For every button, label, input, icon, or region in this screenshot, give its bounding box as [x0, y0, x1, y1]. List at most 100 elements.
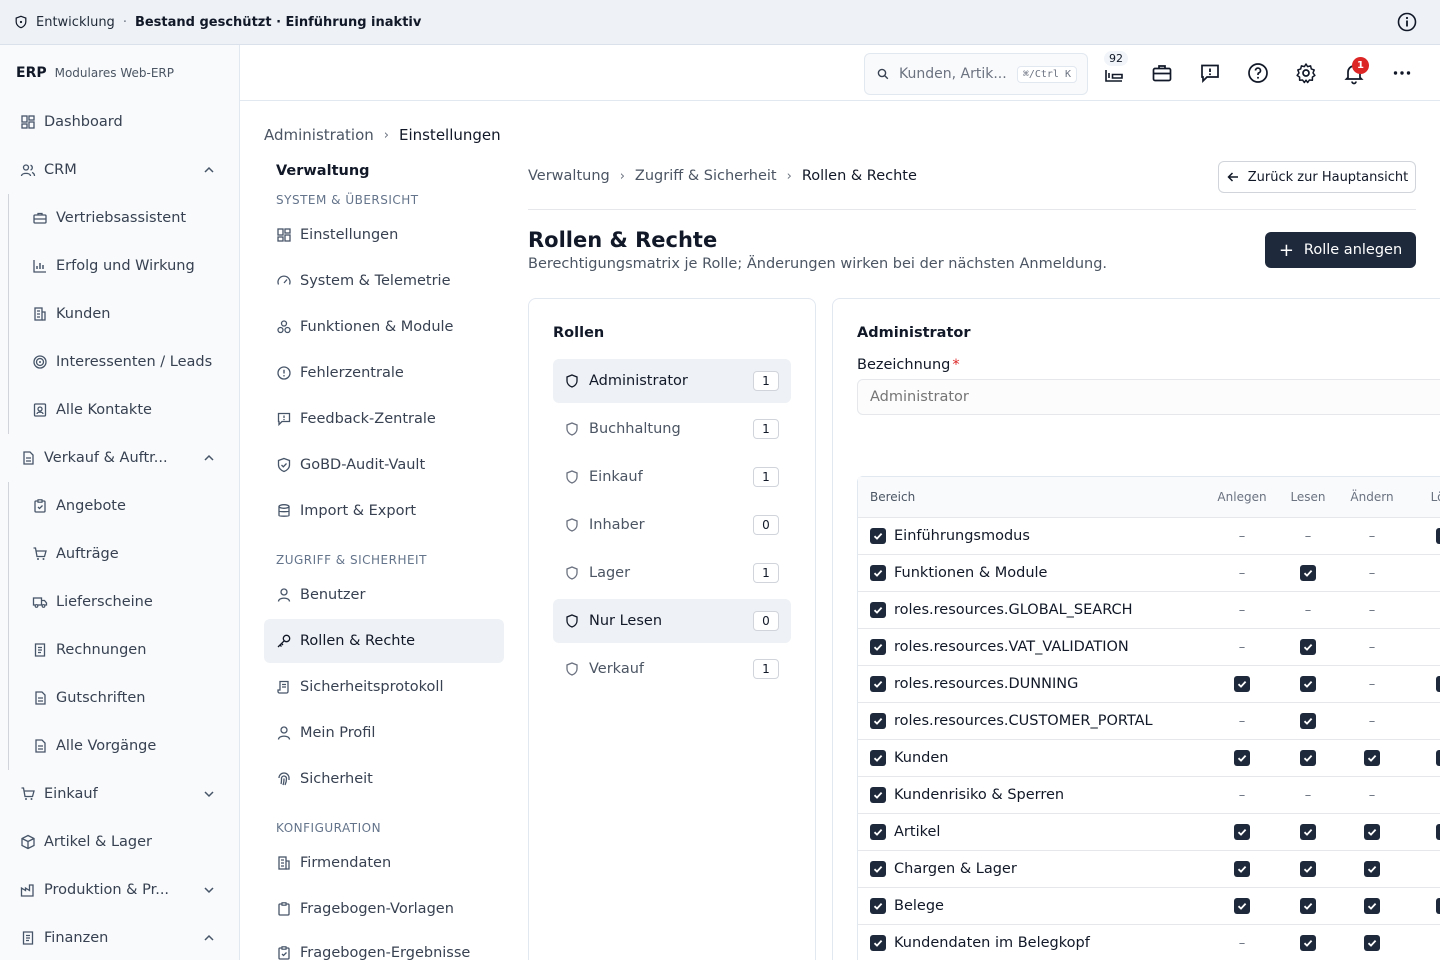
role-item-verkauf[interactable]: Verkauf 1 — [553, 647, 791, 691]
perm-aendern-checkbox[interactable] — [1342, 898, 1402, 914]
sidebar-item-verkauf[interactable]: Verkauf & Auftr... — [8, 438, 232, 478]
perm-lesen-checkbox[interactable] — [1278, 750, 1338, 766]
breadcrumb-current: Rollen & Rechte — [801, 168, 917, 184]
sidebar-item-angebote[interactable]: Angebote — [20, 486, 232, 526]
sidebar-item-lieferscheine[interactable]: Lieferscheine — [20, 582, 232, 622]
role-item-administrator[interactable]: Administrator 1 — [553, 359, 791, 403]
sidebar-item-leads[interactable]: Interessenten / Leads — [20, 342, 232, 382]
perm-lesen-checkbox[interactable] — [1278, 898, 1338, 914]
chevron-down-icon[interactable] — [202, 883, 216, 897]
subnav-item-import-export[interactable]: Import & Export — [264, 489, 504, 533]
perm-lesen-checkbox[interactable] — [1278, 639, 1338, 655]
subnav-item-benutzer[interactable]: Benutzer — [264, 573, 504, 617]
sidebar-item-crm[interactable]: CRM — [8, 150, 232, 190]
perm-aendern-checkbox[interactable] — [1342, 861, 1402, 877]
row-checkbox[interactable] — [870, 935, 886, 951]
role-item-lager[interactable]: Lager 1 — [553, 551, 791, 595]
breadcrumb-zugriff[interactable]: Zugriff & Sicherheit — [635, 168, 777, 184]
sidebar-item-dashboard[interactable]: Dashboard — [8, 102, 232, 142]
role-item-einkauf[interactable]: Einkauf 1 — [553, 455, 791, 499]
chevron-down-icon[interactable] — [202, 787, 216, 801]
role-item-inhaber[interactable]: Inhaber 0 — [553, 503, 791, 547]
perm-lesen-checkbox[interactable] — [1278, 713, 1338, 729]
row-checkbox[interactable] — [870, 824, 886, 840]
subnav-item-gobd[interactable]: GoBD-Audit-Vault — [264, 443, 504, 487]
perm-anlegen-checkbox[interactable] — [1212, 861, 1272, 877]
matrix-area: Artikel — [870, 824, 940, 840]
role-item-buchhaltung[interactable]: Buchhaltung 1 — [553, 407, 791, 451]
subnav-item-fehlerzentrale[interactable]: Fehlerzentrale — [264, 351, 504, 395]
back-button[interactable]: Zurück zur Hauptansicht — [1218, 161, 1416, 193]
perm-lesen-checkbox[interactable] — [1278, 565, 1338, 581]
create-role-button[interactable]: + Rolle anlegen — [1265, 232, 1416, 268]
row-checkbox[interactable] — [870, 861, 886, 877]
subnav-item-einstellungen[interactable]: Einstellungen — [264, 213, 504, 257]
sidebar-item-vorgaenge[interactable]: Alle Vorgänge — [20, 726, 232, 766]
row-checkbox[interactable] — [870, 528, 886, 544]
row-checkbox[interactable] — [870, 750, 886, 766]
subnav-item-sicherheit[interactable]: Sicherheit — [264, 757, 504, 801]
breadcrumb-administration[interactable]: Administration — [264, 126, 374, 144]
sidebar-item-auftraege[interactable]: Aufträge — [20, 534, 232, 574]
row-checkbox[interactable] — [870, 602, 886, 618]
subnav-item-feedback[interactable]: Feedback-Zentrale — [264, 397, 504, 441]
perm-lesen-checkbox[interactable] — [1278, 676, 1338, 692]
perm-loeschen-checkbox[interactable] — [1414, 898, 1440, 914]
perm-aendern-checkbox[interactable] — [1342, 824, 1402, 840]
sidebar-item-artikel[interactable]: Artikel & Lager — [8, 822, 232, 862]
briefcase-button[interactable] — [1150, 61, 1174, 85]
sidebar-item-einkauf[interactable]: Einkauf — [8, 774, 232, 814]
perm-lesen-checkbox[interactable] — [1278, 824, 1338, 840]
search-input[interactable]: Kunden, Artik... — [899, 66, 1017, 82]
chevron-up-icon[interactable] — [202, 163, 216, 177]
subnav-item-telemetrie[interactable]: System & Telemetrie — [264, 259, 504, 303]
row-checkbox[interactable] — [870, 676, 886, 692]
perm-anlegen-checkbox[interactable] — [1212, 824, 1272, 840]
perm-lesen-checkbox[interactable] — [1278, 861, 1338, 877]
matrix-header: Bereich Anlegen Lesen Ändern Lösc — [858, 477, 1440, 518]
row-checkbox[interactable] — [870, 713, 886, 729]
subnav-item-funktionen[interactable]: Funktionen & Module — [264, 305, 504, 349]
perm-loeschen-checkbox[interactable] — [1414, 528, 1440, 544]
bezeichnung-input[interactable] — [857, 379, 1440, 415]
perm-loeschen-checkbox[interactable] — [1414, 676, 1440, 692]
global-search[interactable]: Kunden, Artik... ⌘/Ctrl K — [864, 53, 1088, 95]
perm-aendern-checkbox[interactable] — [1342, 935, 1402, 951]
chevron-up-icon[interactable] — [202, 931, 216, 945]
perm-lesen-checkbox[interactable] — [1278, 935, 1338, 951]
perm-anlegen-checkbox[interactable] — [1212, 750, 1272, 766]
info-icon[interactable] — [1397, 12, 1417, 32]
row-checkbox[interactable] — [870, 565, 886, 581]
row-checkbox[interactable] — [870, 639, 886, 655]
perm-loeschen-checkbox[interactable] — [1414, 824, 1440, 840]
perm-anlegen-checkbox[interactable] — [1212, 676, 1272, 692]
help-button[interactable] — [1246, 61, 1270, 85]
sidebar-item-kunden[interactable]: Kunden — [20, 294, 232, 334]
row-checkbox[interactable] — [870, 898, 886, 914]
subnav-item-firmendaten[interactable]: Firmendaten — [264, 841, 504, 885]
row-checkbox[interactable] — [870, 787, 886, 803]
document-icon — [23, 451, 34, 465]
sidebar-item-kontakte[interactable]: Alle Kontakte — [20, 390, 232, 430]
perm-loeschen-checkbox[interactable] — [1414, 750, 1440, 766]
subnav-item-fragebogen-vorlagen[interactable]: Fragebogen-Vorlagen — [264, 887, 504, 931]
settings-button[interactable] — [1294, 61, 1318, 85]
feedback-button[interactable] — [1198, 61, 1222, 85]
role-item-nur-lesen[interactable]: Nur Lesen 0 — [553, 599, 791, 643]
perm-aendern-checkbox[interactable] — [1342, 750, 1402, 766]
subnav-item-sicherheitsprotokoll[interactable]: Sicherheitsprotokoll — [264, 665, 504, 709]
breadcrumb-verwaltung[interactable]: Verwaltung — [528, 168, 610, 184]
more-button[interactable] — [1390, 61, 1414, 85]
chevron-up-icon[interactable] — [202, 451, 216, 465]
sidebar-item-vertriebsassistent[interactable]: Vertriebsassistent — [20, 198, 232, 238]
subnav-item-fragebogen-ergebnisse[interactable]: Fragebogen-Ergebnisse — [264, 931, 504, 960]
sidebar-item-erfolg[interactable]: Erfolg und Wirkung — [20, 246, 232, 286]
sidebar-item-finanzen[interactable]: Finanzen — [8, 918, 232, 958]
subnav-item-rollen[interactable]: Rollen & Rechte — [264, 619, 504, 663]
brand[interactable]: ERP Modulares Web-ERP — [0, 45, 239, 100]
perm-anlegen-checkbox[interactable] — [1212, 898, 1272, 914]
sidebar-item-produktion[interactable]: Produktion & Pr... — [8, 870, 232, 910]
subnav-item-profil[interactable]: Mein Profil — [264, 711, 504, 755]
sidebar-item-gutschriften[interactable]: Gutschriften — [20, 678, 232, 718]
sidebar-item-rechnungen[interactable]: Rechnungen — [20, 630, 232, 670]
